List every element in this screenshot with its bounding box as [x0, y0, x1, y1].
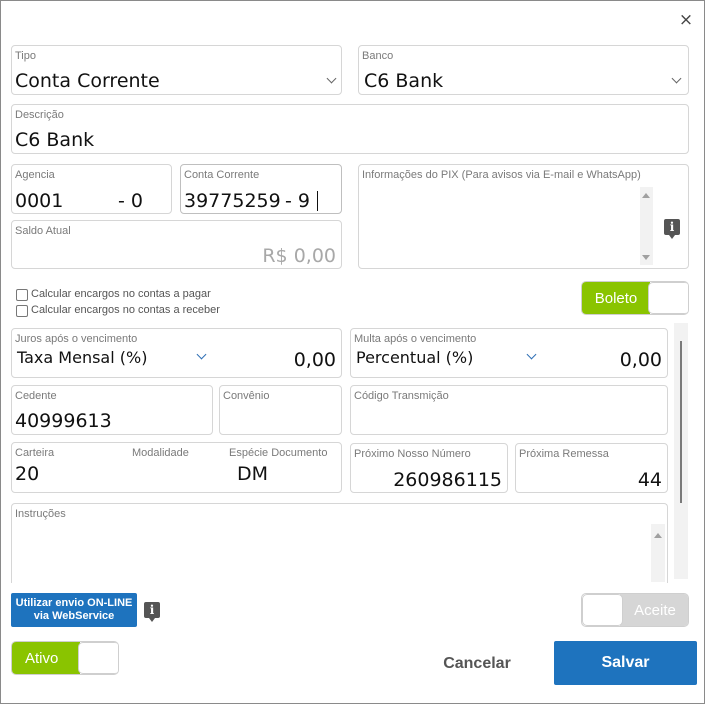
agencia-field[interactable]: Agencia 0001 - 0: [11, 164, 172, 214]
info-icon[interactable]: i: [664, 219, 680, 239]
proximo-nosso-numero-label: Próximo Nosso Número: [354, 448, 471, 460]
info-icon[interactable]: i: [144, 602, 160, 622]
conta-corrente-number: 39775259: [184, 190, 281, 212]
aceite-toggle-label: Aceite: [620, 594, 688, 626]
chevron-down-icon[interactable]: [526, 349, 537, 360]
multa-type: Percentual (%): [356, 348, 474, 367]
encargos-receber-label: Calcular encargos no contas a receber: [31, 304, 220, 316]
juros-label: Juros após o vencimento: [15, 333, 138, 345]
proximo-nosso-numero-value: 260986115: [393, 469, 502, 491]
pix-scrollbar[interactable]: [640, 187, 653, 265]
ativo-toggle-label: Ativo: [12, 642, 80, 674]
banco-value: C6 Bank: [364, 70, 444, 92]
banco-select[interactable]: Banco C6 Bank: [358, 45, 689, 95]
descricao-value: C6 Bank: [15, 129, 95, 151]
modalidade-label: Modalidade: [132, 447, 189, 459]
proximo-nosso-numero-field[interactable]: Próximo Nosso Número 260986115: [350, 443, 508, 493]
text-cursor: [317, 191, 318, 211]
tipo-label: Tipo: [15, 50, 36, 62]
close-icon[interactable]: ×: [677, 11, 695, 29]
aceite-toggle[interactable]: Aceite: [581, 593, 689, 627]
multa-value: 0,00: [619, 349, 662, 371]
banco-label: Banco: [362, 50, 394, 62]
toggle-knob: [648, 282, 688, 314]
toggle-knob: [582, 594, 623, 626]
chevron-down-icon[interactable]: [196, 349, 207, 360]
proxima-remessa-value: 44: [637, 469, 662, 491]
conta-corrente-field[interactable]: Conta Corrente 39775259 - 9: [180, 164, 342, 214]
juros-field[interactable]: Juros após o vencimento Taxa Mensal (%) …: [11, 328, 342, 378]
encargos-pagar-checkbox[interactable]: [16, 289, 28, 301]
multa-label: Multa após o vencimento: [354, 333, 477, 345]
scroll-up-icon[interactable]: [654, 533, 662, 538]
descricao-label: Descrição: [15, 109, 64, 121]
convenio-label: Convênio: [223, 390, 270, 402]
codigo-transmissao-label: Código Transmição: [354, 390, 449, 402]
carteira-row: Carteira 20 Modalidade Espécie Documento…: [11, 442, 342, 493]
agencia-label: Agencia: [15, 169, 55, 181]
saldo-atual-label: Saldo Atual: [15, 225, 71, 237]
scroll-down-icon[interactable]: [642, 255, 650, 260]
encargos-receber-checkbox[interactable]: [16, 305, 28, 317]
saldo-atual-field: Saldo Atual R$ 0,00: [11, 220, 342, 269]
encargos-pagar-label: Calcular encargos no contas a pagar: [31, 288, 211, 300]
online-webservice-line1: Utilizar envio ON-LINE: [15, 597, 133, 609]
ativo-toggle[interactable]: Ativo: [11, 641, 119, 675]
descricao-field[interactable]: Descrição C6 Bank: [11, 104, 689, 154]
cedente-value: 40999613: [15, 410, 112, 432]
juros-type: Taxa Mensal (%): [17, 348, 148, 367]
boleto-toggle[interactable]: Boleto: [581, 281, 689, 315]
tipo-value: Conta Corrente: [15, 70, 160, 92]
especie-value[interactable]: DM: [237, 463, 268, 485]
agencia-number: 0001: [15, 190, 64, 212]
chevron-down-icon: [326, 73, 337, 84]
save-button[interactable]: Salvar: [554, 641, 697, 685]
boleto-scrollbar-thumb[interactable]: [680, 341, 682, 503]
conta-corrente-digit: - 9: [285, 190, 310, 212]
cedente-field[interactable]: Cedente 40999613: [11, 385, 213, 435]
pix-label: Informações do PIX (Para avisos via E-ma…: [362, 169, 641, 181]
cancel-button[interactable]: Cancelar: [431, 651, 523, 677]
agencia-digit: - 0: [118, 190, 143, 212]
proxima-remessa-label: Próxima Remessa: [519, 448, 609, 460]
account-dialog: × Tipo Conta Corrente Banco C6 Bank Desc…: [0, 0, 705, 704]
conta-corrente-label: Conta Corrente: [184, 169, 260, 181]
codigo-transmissao-field[interactable]: Código Transmição: [350, 385, 668, 435]
instrucoes-label: Instruções: [15, 508, 66, 520]
cedente-label: Cedente: [15, 390, 57, 402]
toggle-knob: [78, 642, 118, 674]
saldo-atual-value: R$ 0,00: [262, 245, 336, 267]
tipo-select[interactable]: Tipo Conta Corrente: [11, 45, 342, 95]
especie-label: Espécie Documento: [229, 447, 328, 459]
multa-field[interactable]: Multa após o vencimento Percentual (%) 0…: [350, 328, 668, 378]
online-webservice-line2: via WebService: [33, 610, 115, 622]
chevron-down-icon: [671, 73, 682, 84]
carteira-value[interactable]: 20: [15, 463, 39, 485]
carteira-label: Carteira: [15, 447, 55, 459]
online-webservice-button[interactable]: Utilizar envio ON-LINE via WebService: [11, 593, 137, 627]
pix-textarea[interactable]: Informações do PIX (Para avisos via E-ma…: [358, 164, 689, 269]
juros-value: 0,00: [293, 349, 336, 371]
instrucoes-textarea[interactable]: Instruções: [11, 503, 668, 583]
boleto-toggle-label: Boleto: [582, 282, 650, 314]
scroll-up-icon[interactable]: [642, 193, 650, 198]
proxima-remessa-field[interactable]: Próxima Remessa 44: [515, 443, 668, 493]
convenio-field[interactable]: Convênio: [219, 385, 342, 435]
